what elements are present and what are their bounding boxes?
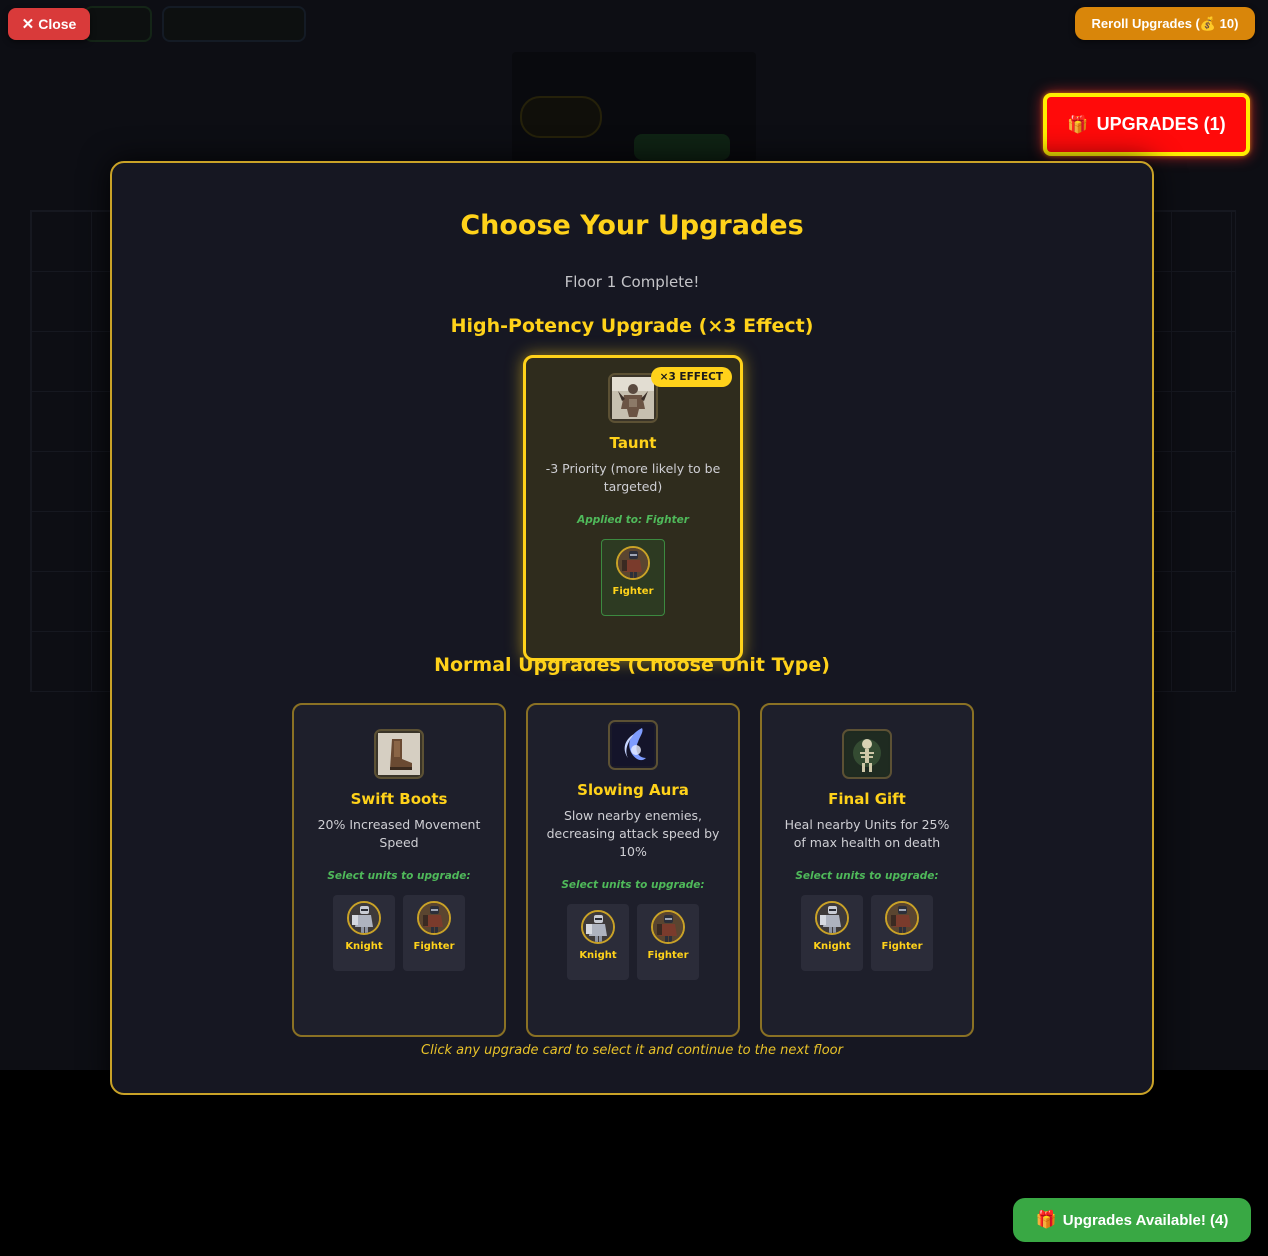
close-button[interactable]: ✕ Close (8, 8, 90, 40)
gift-icon: 🎁 (1067, 114, 1089, 134)
high-potency-section-title: High-Potency Upgrade (×3 Effect) (450, 315, 814, 337)
fighter-portrait-icon (885, 901, 919, 935)
unit-chip-fighter[interactable]: Fighter (403, 895, 465, 971)
game-screen: ✕ Close Reroll Upgrades (💰 10) 🎁 UPGRADE… (0, 0, 1268, 1256)
fighter-portrait-icon (417, 901, 451, 935)
modal-subtitle: Floor 1 Complete! (564, 273, 700, 291)
effect-multiplier-badge: ×3 EFFECT (650, 367, 732, 387)
upgrade-card-swift-boots[interactable]: Swift Boots 20% Increased Movement Speed… (292, 703, 506, 1037)
unit-chip-knight[interactable]: Knight (333, 895, 395, 971)
upgrade-name: Swift Boots (350, 790, 448, 808)
aura-icon (608, 720, 658, 770)
upgrades-badge-button[interactable]: 🎁 UPGRADES (1) (1043, 93, 1250, 156)
knight-portrait-icon (581, 910, 615, 944)
upgrade-card-slowing-aura[interactable]: Slowing Aura Slow nearby enemies, decrea… (526, 703, 740, 1037)
upgrade-description: -3 Priority (more likely to be targeted) (545, 461, 721, 494)
footer-hint: Click any upgrade card to select it and … (421, 1043, 843, 1058)
modal-title: Choose Your Upgrades (460, 210, 804, 241)
skeleton-icon (842, 729, 892, 779)
knight-portrait-icon (815, 901, 849, 935)
upgrade-description: 20% Increased Movement Speed (317, 817, 481, 850)
unit-name: Fighter (647, 950, 689, 961)
taunt-icon (608, 373, 658, 423)
upgrade-modal: Choose Your Upgrades Floor 1 Complete! H… (110, 161, 1154, 1095)
unit-chip-knight[interactable]: Knight (567, 904, 629, 980)
reroll-upgrades-button[interactable]: Reroll Upgrades (💰 10) (1075, 7, 1255, 40)
unit-chip-fighter[interactable]: Fighter (871, 895, 933, 971)
unit-chip-fighter[interactable]: Fighter (637, 904, 699, 980)
boots-icon (374, 729, 424, 779)
gift-icon: 🎁 (1035, 1210, 1057, 1229)
unit-name: Knight (345, 941, 383, 952)
reroll-upgrades-label: Reroll Upgrades (💰 10) (1091, 15, 1239, 31)
upgrade-card-taunt[interactable]: ×3 EFFECT Taunt -3 Priority (more likely… (523, 355, 743, 661)
unit-name: Fighter (881, 941, 923, 952)
select-units-prompt: Select units to upgrade: (327, 870, 471, 882)
unit-chip-knight[interactable]: Knight (801, 895, 863, 971)
select-units-prompt: Select units to upgrade: (795, 870, 939, 882)
unit-name: Fighter (612, 586, 654, 597)
unit-chip-fighter[interactable]: Fighter (601, 539, 665, 616)
upgrades-available-label: Upgrades Available! (4) (1062, 1211, 1229, 1229)
fighter-portrait-icon (651, 910, 685, 944)
upgrades-badge-label: UPGRADES (1) (1096, 114, 1226, 134)
close-button-label: Close (38, 16, 77, 32)
select-units-prompt: Select units to upgrade: (561, 879, 705, 891)
applied-to-label: Applied to: Fighter (577, 514, 689, 526)
unit-name: Knight (579, 950, 617, 961)
close-icon: ✕ (21, 16, 35, 33)
upgrades-available-button[interactable]: 🎁 Upgrades Available! (4) (1013, 1198, 1251, 1242)
upgrade-card-final-gift[interactable]: Final Gift Heal nearby Units for 25% of … (760, 703, 974, 1037)
knight-portrait-icon (347, 901, 381, 935)
unit-name: Fighter (413, 941, 455, 952)
fighter-portrait-icon (616, 546, 650, 580)
unit-name: Knight (813, 941, 851, 952)
upgrade-name: Final Gift (828, 790, 906, 808)
upgrade-name: Slowing Aura (577, 781, 689, 799)
upgrade-description: Slow nearby enemies, decreasing attack s… (546, 808, 720, 859)
upgrade-name: Taunt (609, 434, 657, 452)
upgrade-description: Heal nearby Units for 25% of max health … (784, 817, 950, 850)
